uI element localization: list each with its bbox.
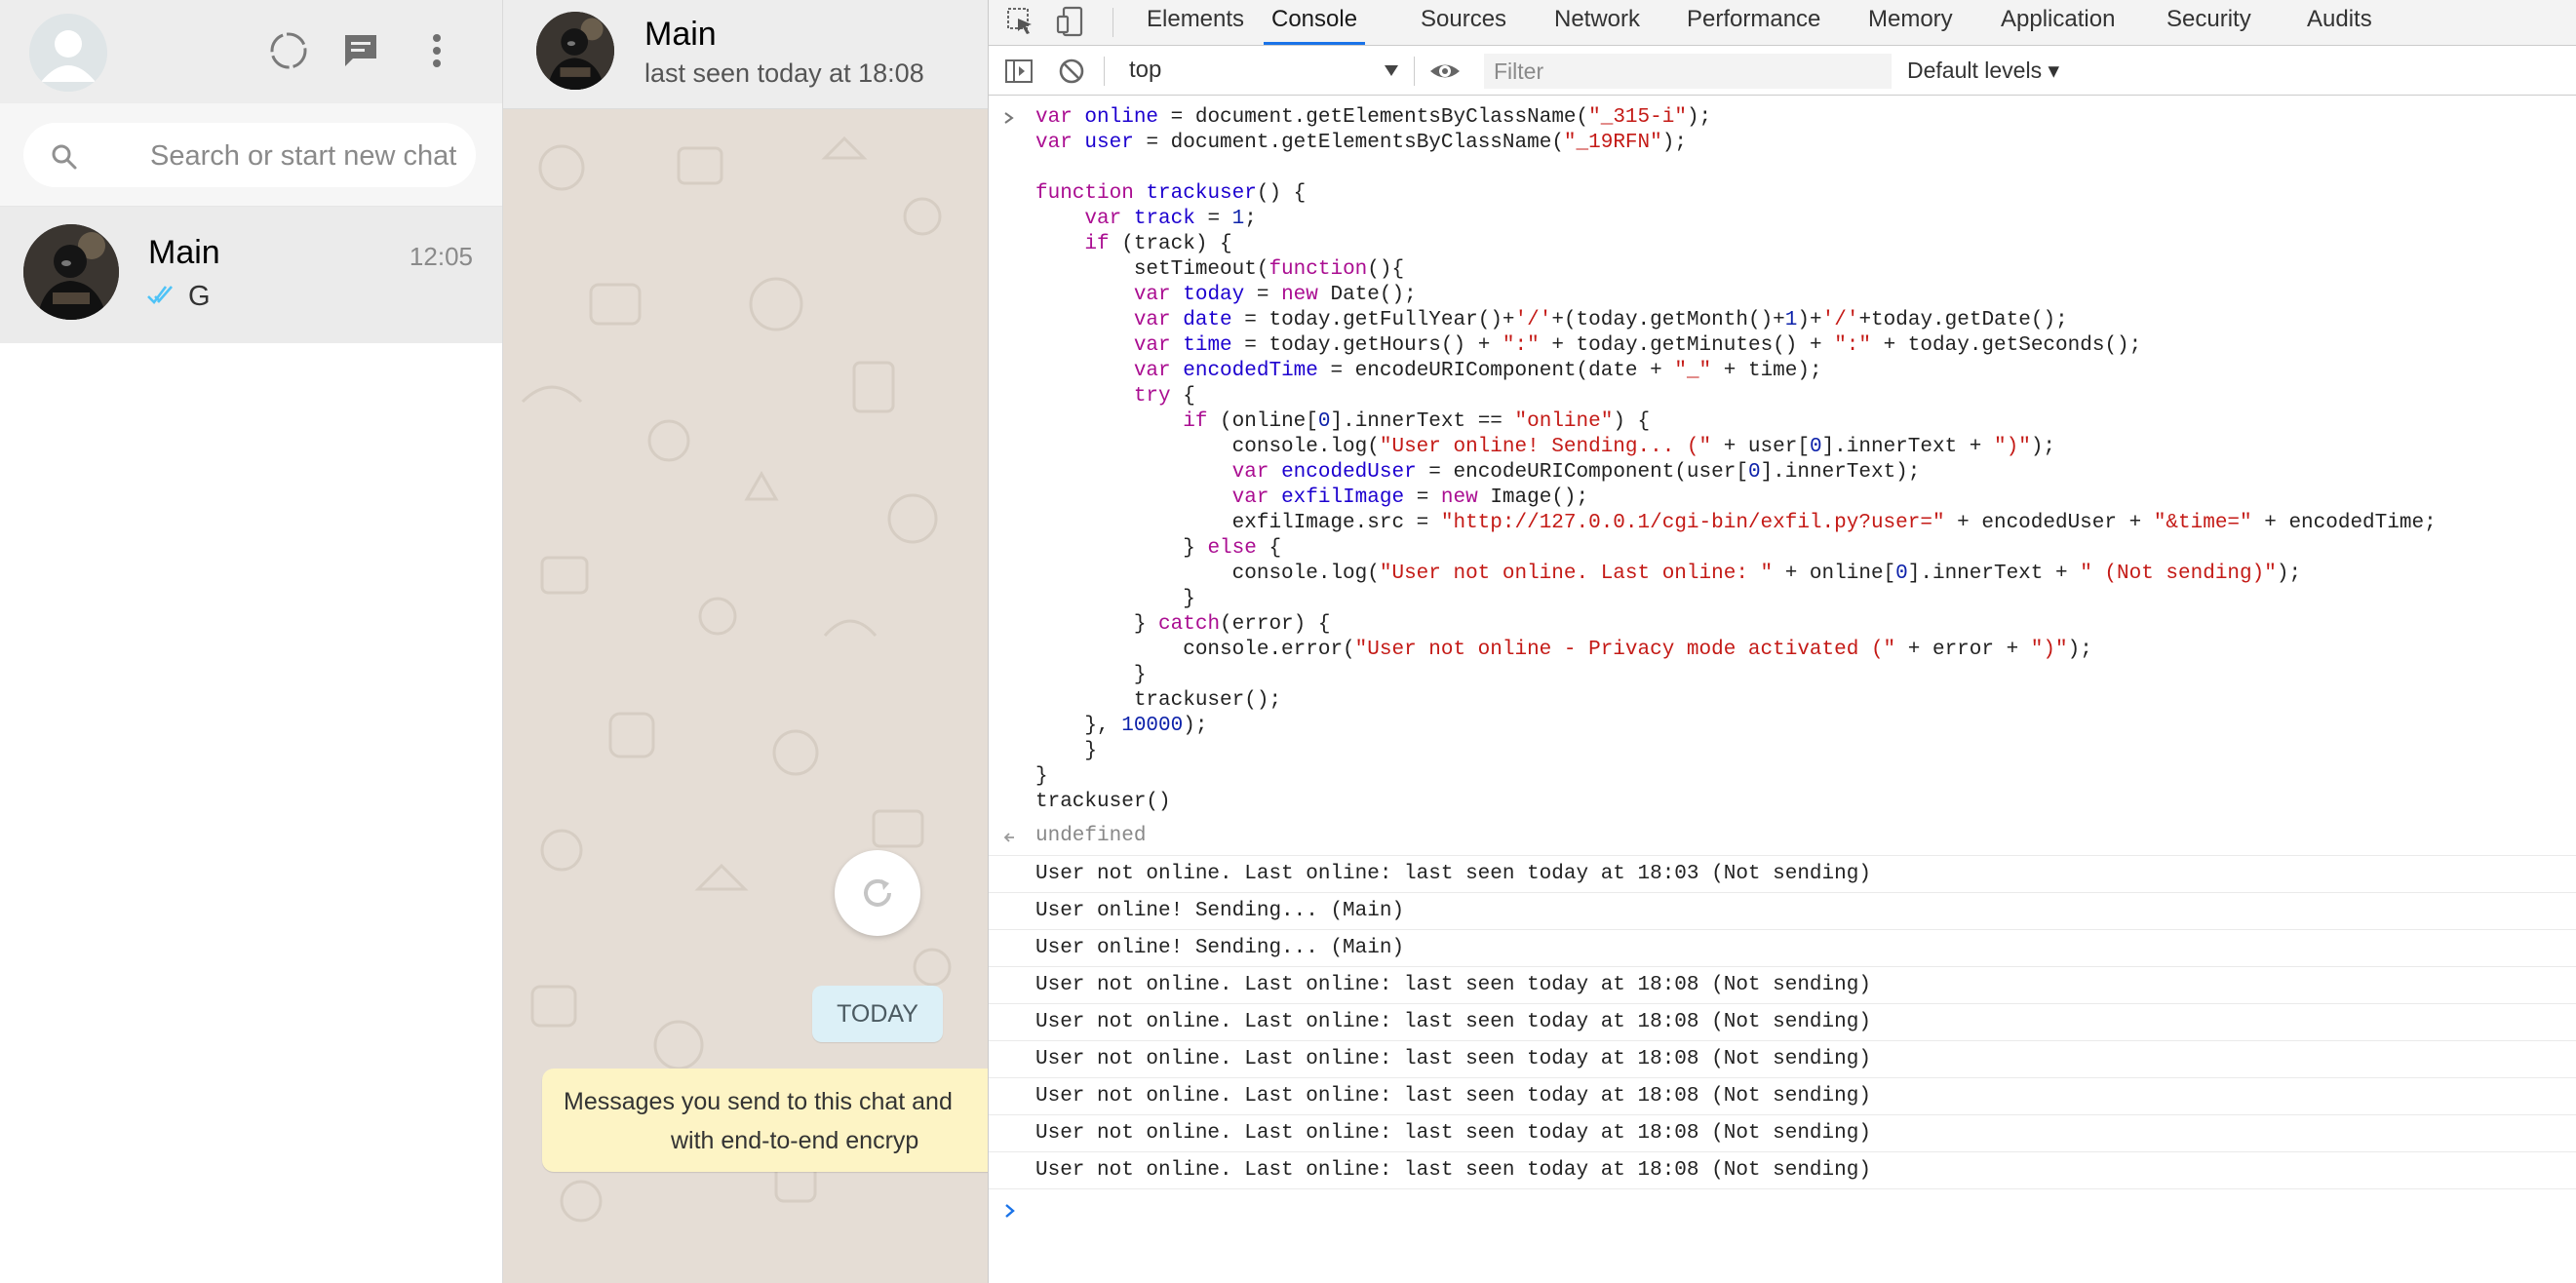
console-result-row: undefined — [989, 819, 2576, 856]
console-output[interactable]: var online = document.getElementsByClass… — [989, 96, 2576, 1283]
chat-sidebar: Main 12:05 G — [0, 0, 503, 1283]
console-log-text: User not online. Last online: last seen … — [1035, 1048, 1871, 1070]
console-result-value: undefined — [1035, 825, 1147, 847]
dropdown-arrow-icon — [1385, 65, 1398, 76]
conversation-pane: Main last seen today at 18:08 TODAY Mess… — [503, 0, 988, 1283]
chat-name: Main — [148, 234, 220, 271]
last-seen-status: last seen today at 18:08 — [644, 58, 924, 88]
status-icon[interactable] — [265, 27, 312, 74]
double-check-icon — [147, 286, 173, 304]
sidebar-header — [0, 0, 502, 103]
date-divider: TODAY — [812, 986, 943, 1042]
profile-avatar[interactable] — [29, 14, 107, 92]
chevron-right-icon — [1004, 112, 1014, 124]
encryption-notice[interactable]: Messages you send to this chat and with … — [542, 1069, 988, 1172]
eye-icon[interactable] — [1428, 57, 1460, 86]
search-bar — [0, 103, 502, 207]
tab-security[interactable]: Security — [2166, 0, 2251, 45]
console-log-text: User online! Sending... (Main) — [1035, 900, 1405, 922]
new-chat-icon[interactable] — [337, 27, 384, 74]
contact-avatar[interactable] — [536, 12, 614, 90]
console-log-text: User not online. Last online: last seen … — [1035, 1122, 1871, 1145]
tab-memory[interactable]: Memory — [1868, 0, 1953, 45]
conversation-title: Main — [644, 16, 717, 53]
console-log-list: User not online. Last online: last seen … — [989, 856, 2576, 1189]
tab-network[interactable]: Network — [1554, 0, 1640, 45]
toolbar-divider — [1414, 57, 1415, 86]
console-log-row: User not online. Last online: last seen … — [989, 1041, 2576, 1078]
inspect-element-icon[interactable] — [1004, 5, 1037, 38]
encryption-notice-line: Messages you send to this chat and — [564, 1088, 953, 1115]
contact-avatar — [23, 224, 119, 320]
console-toolbar: top Default levels ▾ — [989, 47, 2576, 96]
console-log-row: User online! Sending... (Main) — [989, 930, 2576, 967]
tab-elements[interactable]: Elements — [1147, 0, 1244, 45]
toolbar-divider — [1104, 57, 1105, 86]
filter-input[interactable] — [1484, 54, 1892, 89]
console-input-entry: var online = document.getElementsByClass… — [989, 105, 2576, 827]
device-toolbar-icon[interactable] — [1055, 5, 1088, 38]
tab-application[interactable]: Application — [2001, 0, 2115, 45]
prompt-chevron-icon — [1005, 1204, 1015, 1218]
tab-console[interactable]: Console — [1264, 0, 1366, 45]
console-log-text: User not online. Last online: last seen … — [1035, 1011, 1871, 1033]
context-label: top — [1129, 57, 1162, 83]
devtools-panel: Elements Console Sources Network Perform… — [988, 0, 2576, 1283]
chat-time: 12:05 — [409, 242, 473, 271]
console-log-text: User not online. Last online: last seen … — [1035, 1159, 1871, 1182]
toolbar-divider — [1112, 8, 1113, 37]
menu-icon[interactable] — [413, 27, 460, 74]
sidebar-toggle-icon[interactable] — [1004, 57, 1034, 86]
code-snippet: var online = document.getElementsByClass… — [1035, 106, 2437, 813]
tab-audits[interactable]: Audits — [2307, 0, 2372, 45]
console-log-row: User not online. Last online: last seen … — [989, 1078, 2576, 1115]
search-icon[interactable] — [49, 141, 80, 173]
chat-list-item[interactable]: Main 12:05 G — [0, 207, 502, 343]
return-arrow-icon — [1003, 833, 1014, 842]
console-log-row: User not online. Last online: last seen … — [989, 1115, 2576, 1152]
tab-performance[interactable]: Performance — [1687, 0, 1820, 45]
console-log-row: User online! Sending... (Main) — [989, 893, 2576, 930]
console-log-text: User not online. Last online: last seen … — [1035, 863, 1871, 885]
conversation-header[interactable]: Main last seen today at 18:08 — [503, 0, 988, 109]
encryption-notice-line: with end-to-end encryp — [671, 1127, 919, 1154]
chat-last-message: G — [188, 281, 211, 312]
default-user-icon — [29, 14, 107, 92]
log-levels-dropdown[interactable]: Default levels ▾ — [1895, 53, 2081, 90]
console-log-text: User not online. Last online: last seen … — [1035, 1085, 1871, 1108]
console-prompt[interactable] — [989, 1189, 2576, 1238]
devtools-tab-bar: Elements Console Sources Network Perform… — [989, 0, 2576, 46]
clear-console-icon[interactable] — [1057, 57, 1086, 86]
search-input[interactable] — [148, 135, 460, 177]
console-log-row: User not online. Last online: last seen … — [989, 1004, 2576, 1041]
console-log-text: User online! Sending... (Main) — [1035, 937, 1405, 959]
refresh-icon — [864, 878, 891, 907]
console-log-row: User not online. Last online: last seen … — [989, 1152, 2576, 1189]
context-selector[interactable]: top — [1119, 53, 1408, 90]
reload-button[interactable] — [835, 850, 920, 936]
console-log-row: User not online. Last online: last seen … — [989, 967, 2576, 1004]
tab-sources[interactable]: Sources — [1421, 0, 1506, 45]
console-log-row: User not online. Last online: last seen … — [989, 856, 2576, 893]
console-log-text: User not online. Last online: last seen … — [1035, 974, 1871, 996]
